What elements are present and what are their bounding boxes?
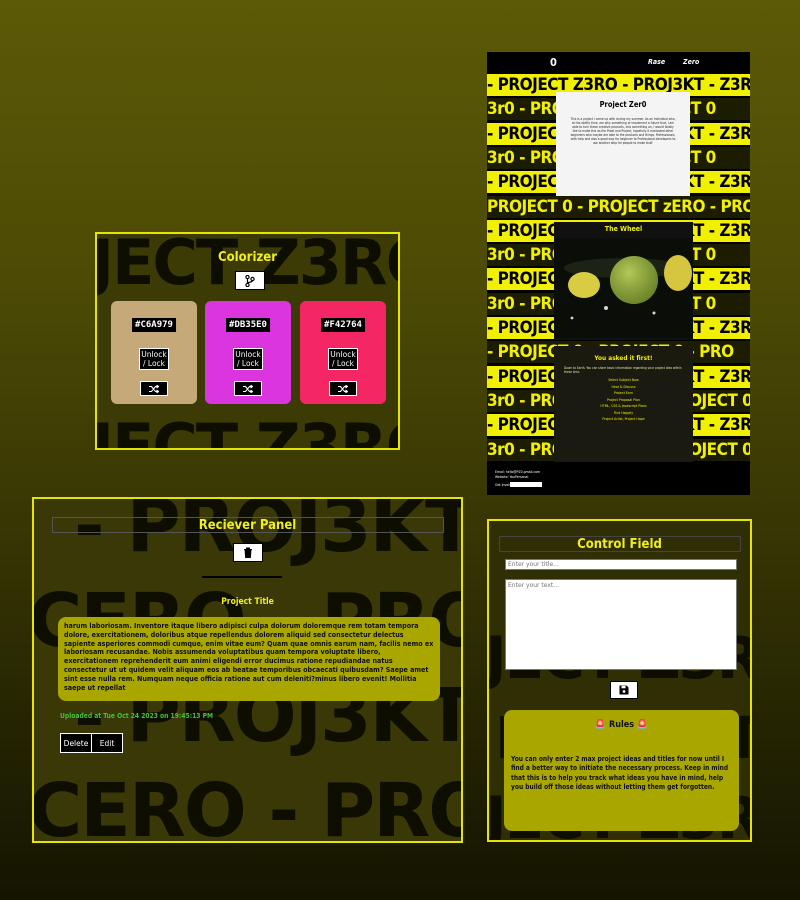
nav-link-rase[interactable]: Rase: [648, 58, 665, 66]
color-card-1: #C6A979 Unlock / Lock: [111, 301, 197, 404]
project-body-card: harum laboriosam. Inventore itaque liber…: [58, 617, 440, 701]
site-navbar: 0 Rase Zero: [487, 52, 750, 74]
colorizer-title: Colorizer: [218, 250, 277, 265]
background-text-4: CERO - PROJEC: [32, 768, 461, 843]
faq-links: Select Subject Now Hear & Discuss Project …: [554, 374, 693, 423]
background-text-bottom: JECT Z3RO: [95, 410, 398, 450]
title-input[interactable]: [505, 559, 737, 570]
shuffle-icon: [149, 384, 159, 393]
shuffle-button[interactable]: [234, 381, 262, 396]
site-footer: Email: hello@PZ0.gmail.com Website: YouP…: [487, 462, 750, 495]
faq-link[interactable]: Project Artist, Project Hope: [554, 416, 693, 423]
faq-intro: Down to Earth. You can share basic infor…: [564, 366, 682, 374]
floppy-disk-icon: [619, 685, 629, 695]
color-card-3: #F42764 Unlock / Lock: [300, 301, 386, 404]
receiver-title: Reciever Panel: [198, 518, 297, 533]
branch-button[interactable]: [235, 271, 265, 290]
control-field-panel: JECT Z3RO PROJECT JECT Z3RO Control Fiel…: [487, 519, 752, 842]
uploaded-timestamp: Uploaded at Tue Oct 24 2023 on 19:45:13 …: [60, 712, 213, 720]
hex-label[interactable]: #C6A979: [132, 318, 176, 332]
siren-icon: 🚨: [636, 720, 649, 730]
colorizer-panel: JECT Z3RO JECT Z3RO Colorizer #C6A979 Un…: [95, 232, 400, 450]
rules-title: Rules: [608, 720, 635, 730]
shuffle-icon: [243, 384, 253, 393]
hex-label[interactable]: #F42764: [321, 318, 365, 332]
faq-title: You asked it first!: [594, 354, 653, 362]
siren-icon: 🚨: [594, 720, 607, 730]
wheel-title: The Wheel: [604, 225, 643, 233]
shuffle-icon: [338, 384, 348, 393]
code-branch-icon: [245, 274, 255, 287]
footer-input[interactable]: [510, 482, 542, 487]
site-logo[interactable]: 0: [550, 56, 557, 69]
delete-all-button[interactable]: [233, 543, 263, 562]
shuffle-button[interactable]: [140, 381, 168, 396]
unlock-lock-button[interactable]: Unlock / Lock: [139, 348, 169, 370]
control-title: Control Field: [577, 537, 662, 552]
trash-icon: [244, 547, 252, 558]
nav-link-zero[interactable]: Zero: [683, 58, 699, 66]
project-zero-site: 0 Rase Zero - PROJECT Z3RO - PROJ3KT - Z…: [487, 52, 750, 495]
edit-button[interactable]: Edit: [91, 733, 123, 753]
intro-card: Project Zer0 This is a project I came up…: [556, 92, 690, 196]
receiver-panel: - PROJ3KT - Z3 CERO - PROJEC - PROJ3KT -…: [32, 497, 463, 843]
text-input[interactable]: [505, 579, 737, 670]
intro-title: Project Zer0: [599, 100, 647, 109]
project-title: Project Title: [221, 597, 274, 607]
lemons-image: [554, 238, 693, 338]
hex-label[interactable]: #DB35E0: [226, 318, 270, 332]
rules-body: You can only enter 2 max project ideas a…: [511, 755, 729, 791]
footer-email: Email: hello@PZ0.gmail.com: [495, 470, 541, 474]
shuffle-button[interactable]: [329, 381, 357, 396]
faq-card: You asked it first! Down to Earth. You c…: [554, 346, 693, 464]
footer-website: Website: YouPersonal: [495, 475, 529, 479]
wheel-card: The Wheel: [554, 222, 693, 340]
divider: [202, 576, 282, 578]
unlock-lock-button[interactable]: Unlock / Lock: [328, 348, 358, 370]
project-body-text: harum laboriosam. Inventore itaque liber…: [64, 621, 434, 692]
rules-header: 🚨 Rules 🚨: [504, 720, 739, 730]
save-button[interactable]: [610, 681, 638, 699]
rules-card: 🚨 Rules 🚨 You can only enter 2 max proje…: [504, 710, 739, 831]
delete-button[interactable]: Delete: [60, 733, 92, 753]
color-card-2: #DB35E0 Unlock / Lock: [205, 301, 291, 404]
stripe-text: PROJECT 0 - PROJECT zERO - PRO: [487, 195, 750, 218]
intro-body: This is a project I came up with during …: [570, 117, 676, 145]
unlock-lock-button[interactable]: Unlock / Lock: [233, 348, 263, 370]
